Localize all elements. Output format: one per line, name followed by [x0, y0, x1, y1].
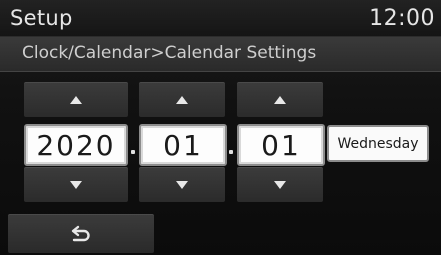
triangle-down-icon — [176, 181, 188, 189]
month-field[interactable]: 01 — [139, 124, 227, 166]
back-button[interactable] — [8, 214, 154, 253]
year-down-button[interactable] — [24, 167, 128, 202]
triangle-down-icon — [274, 181, 286, 189]
month-value: 01 — [163, 128, 203, 162]
date-separator — [131, 150, 135, 154]
breadcrumb-bar: Clock/Calendar>Calendar Settings — [0, 37, 441, 72]
return-arrow-icon — [71, 225, 90, 242]
calendar-settings-screen: Setup 12:00 Clock/Calendar>Calendar Sett… — [0, 0, 441, 255]
month-up-button[interactable] — [139, 82, 225, 117]
year-up-button[interactable] — [24, 82, 128, 117]
day-down-button[interactable] — [237, 167, 323, 202]
year-field[interactable]: 2020 — [24, 124, 128, 166]
title-bar: Setup 12:00 — [0, 0, 441, 37]
clock-display: 12:00 — [369, 6, 435, 31]
day-value: 01 — [261, 128, 301, 162]
day-field[interactable]: 01 — [237, 124, 325, 166]
page-title: Setup — [10, 6, 73, 30]
year-value: 2020 — [36, 128, 116, 162]
triangle-up-icon — [176, 96, 188, 104]
triangle-up-icon — [70, 96, 82, 104]
breadcrumb: Clock/Calendar>Calendar Settings — [22, 43, 317, 63]
triangle-down-icon — [70, 181, 82, 189]
weekday-label: Wednesday — [337, 135, 419, 152]
triangle-up-icon — [274, 96, 286, 104]
month-down-button[interactable] — [139, 167, 225, 202]
day-up-button[interactable] — [237, 82, 323, 117]
date-separator — [229, 150, 233, 154]
weekday-display: Wednesday — [327, 125, 429, 162]
